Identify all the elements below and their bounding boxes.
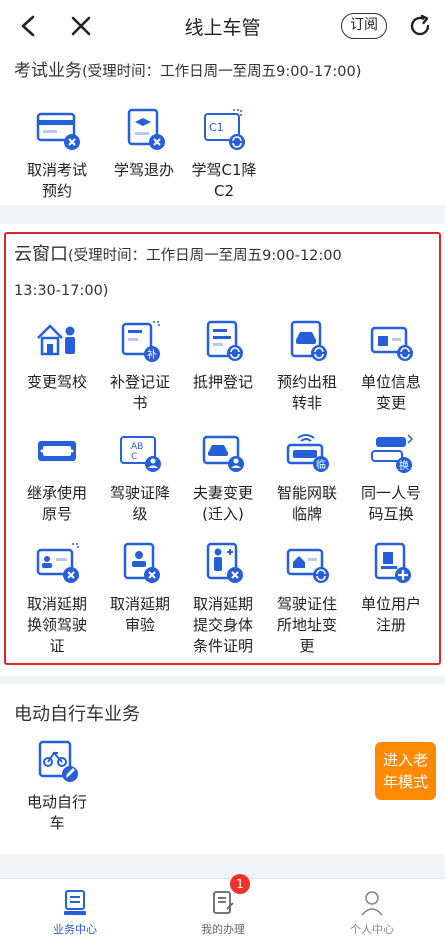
cloud-item-taxi-convert[interactable]: 预约出租转非 — [270, 318, 344, 414]
company-info-icon — [368, 318, 414, 364]
cloud-item-label: 继承使用原号 — [26, 484, 87, 523]
cloud-item-cancel-health-proof[interactable]: 取消延期提交身体条件证明 — [186, 540, 260, 657]
exam-section: 考试业务(受理时间：工作日周一至周五9:00-17:00) 取消考试预约 学驾退… — [0, 52, 445, 205]
cloud-hours-note-2: 13:30-17:00) — [14, 283, 109, 299]
inspection-cancel-icon — [117, 540, 163, 586]
tab-label: 我的办理 — [201, 923, 245, 936]
company-register-icon — [368, 540, 414, 586]
elder-mode-label: 进入老年模式 — [382, 751, 428, 791]
notification-badge: 1 — [230, 874, 250, 894]
exam-item-label: 取消考试预约 — [26, 161, 87, 200]
refresh-icon[interactable] — [403, 9, 437, 43]
exam-item-label: 学驾C1降C2 — [191, 161, 257, 200]
exam-hours-note: (受理时间：工作日周一至周五9:00-17:00) — [82, 64, 362, 80]
svg-text:临: 临 — [316, 458, 326, 471]
cloud-item-reissue-cert[interactable]: 补 补登记证书 — [103, 318, 177, 414]
cloud-item-license-downgrade[interactable]: AB C 驾驶证降级 — [103, 429, 177, 525]
cloud-item-label: 补登记证书 — [109, 373, 170, 412]
cloud-item-couple-transfer[interactable]: 夫妻变更(迁入) — [186, 429, 260, 525]
person-icon — [359, 889, 385, 917]
cloud-item-label: 单位信息变更 — [360, 373, 421, 412]
ebike-item-label: 电动自行车 — [26, 793, 87, 832]
elder-mode-button[interactable]: 进入老年模式 — [375, 742, 436, 800]
cloud-item-label: 取消延期审验 — [109, 595, 170, 634]
cloud-window-section: 云窗口(受理时间：工作日周一至周五9:00-12:00 13:30-17:00)… — [0, 224, 445, 676]
cloud-item-label: 同一人号码互换 — [360, 484, 421, 523]
health-proof-cancel-icon — [200, 540, 246, 586]
cloud-item-label: 智能网联临牌 — [276, 484, 337, 523]
exam-item-downgrade[interactable]: C1 学驾C1降C2 — [187, 106, 261, 202]
license-downgrade-icon: C1 — [201, 106, 247, 152]
cloud-item-company-register[interactable]: 单位用户注册 — [354, 540, 428, 636]
cloud-item-label: 抵押登记 — [192, 373, 253, 391]
top-bar: 线上车管 订阅 — [0, 0, 445, 52]
svg-text:换: 换 — [399, 459, 409, 472]
back-icon[interactable] — [12, 9, 46, 43]
cloud-item-label: 夫妻变更(迁入) — [192, 484, 253, 523]
close-icon[interactable] — [64, 9, 98, 43]
cloud-item-label: 变更驾校 — [26, 373, 87, 391]
cloud-item-label: 预约出租转非 — [276, 373, 337, 412]
cloud-item-address-change[interactable]: 驾驶证住所地址变更 — [270, 540, 344, 657]
ebike-item[interactable]: 电动自行车 — [20, 738, 94, 834]
page-title: 线上车管 — [184, 16, 261, 39]
plate-swap-icon: 换 — [368, 429, 414, 475]
svg-text:C1: C1 — [209, 121, 224, 134]
license-renew-cancel-icon — [34, 540, 80, 586]
cloud-item-label: 驾驶证降级 — [109, 484, 170, 523]
cloud-item-mortgage[interactable]: 抵押登记 — [186, 318, 260, 393]
cloud-item-smart-plate[interactable]: 临 智能网联临牌 — [270, 429, 344, 525]
cloud-item-plate-swap[interactable]: 换 同一人号码互换 — [354, 429, 428, 525]
tab-business-center[interactable]: 业务中心 — [20, 879, 130, 937]
business-center-icon — [62, 889, 88, 917]
exam-item-withdraw[interactable]: 学驾退办 — [107, 106, 181, 181]
exam-section-title: 考试业务(受理时间：工作日周一至周五9:00-17:00) — [14, 56, 361, 81]
certificate-reissue-icon: 补 — [117, 318, 163, 364]
tab-personal-center[interactable]: 个人中心 — [317, 879, 427, 937]
cloud-section-title: 云窗口(受理时间：工作日周一至周五9:00-12:00 13:30-17:00) — [14, 238, 434, 308]
tab-my-tasks[interactable]: 1 我的办理 — [168, 874, 278, 937]
address-change-icon — [284, 540, 330, 586]
cloud-item-label: 驾驶证住所地址变更 — [276, 595, 337, 655]
tab-label: 业务中心 — [53, 923, 97, 936]
school-person-icon — [34, 318, 80, 364]
bottom-tab-bar: 业务中心 1 我的办理 个人中心 — [0, 874, 445, 937]
ebike-edit-icon — [34, 738, 80, 784]
cloud-item-inherit-plate[interactable]: 继承使用原号 — [20, 429, 94, 525]
svg-text:C: C — [131, 452, 137, 462]
smart-plate-icon: 临 — [284, 429, 330, 475]
subscribe-button[interactable]: 订阅 — [341, 13, 387, 39]
cloud-item-label: 取消延期换领驾驶证 — [26, 595, 87, 655]
ebike-section-title: 电动自行车业务 — [14, 704, 140, 725]
my-tasks-icon — [210, 889, 236, 917]
svg-text:补: 补 — [147, 348, 157, 361]
id-card-cancel-icon — [34, 106, 80, 152]
cloud-title-text: 云窗口 — [14, 244, 68, 265]
exam-item-label: 学驾退办 — [113, 161, 174, 179]
cloud-item-company-info[interactable]: 单位信息变更 — [354, 318, 428, 414]
exam-item-cancel-booking[interactable]: 取消考试预约 — [20, 106, 94, 202]
svg-text:AB: AB — [131, 442, 143, 452]
license-abc-downgrade-icon: AB C — [117, 429, 163, 475]
tab-label: 个人中心 — [350, 923, 394, 936]
couple-transfer-icon — [200, 429, 246, 475]
cloud-item-change-school[interactable]: 变更驾校 — [20, 318, 94, 393]
taxi-convert-icon — [284, 318, 330, 364]
mortgage-document-icon — [200, 318, 246, 364]
cloud-item-cancel-inspection[interactable]: 取消延期审验 — [103, 540, 177, 636]
cloud-item-label: 取消延期提交身体条件证明 — [192, 595, 253, 655]
cloud-item-cancel-license-renew[interactable]: 取消延期换领驾驶证 — [20, 540, 94, 657]
cloud-hours-note-1: (受理时间：工作日周一至周五9:00-12:00 — [68, 248, 342, 264]
document-cancel-icon — [121, 106, 167, 152]
license-plate-icon — [34, 429, 80, 475]
cloud-item-label: 单位用户注册 — [360, 595, 421, 634]
exam-title-text: 考试业务 — [14, 61, 82, 81]
